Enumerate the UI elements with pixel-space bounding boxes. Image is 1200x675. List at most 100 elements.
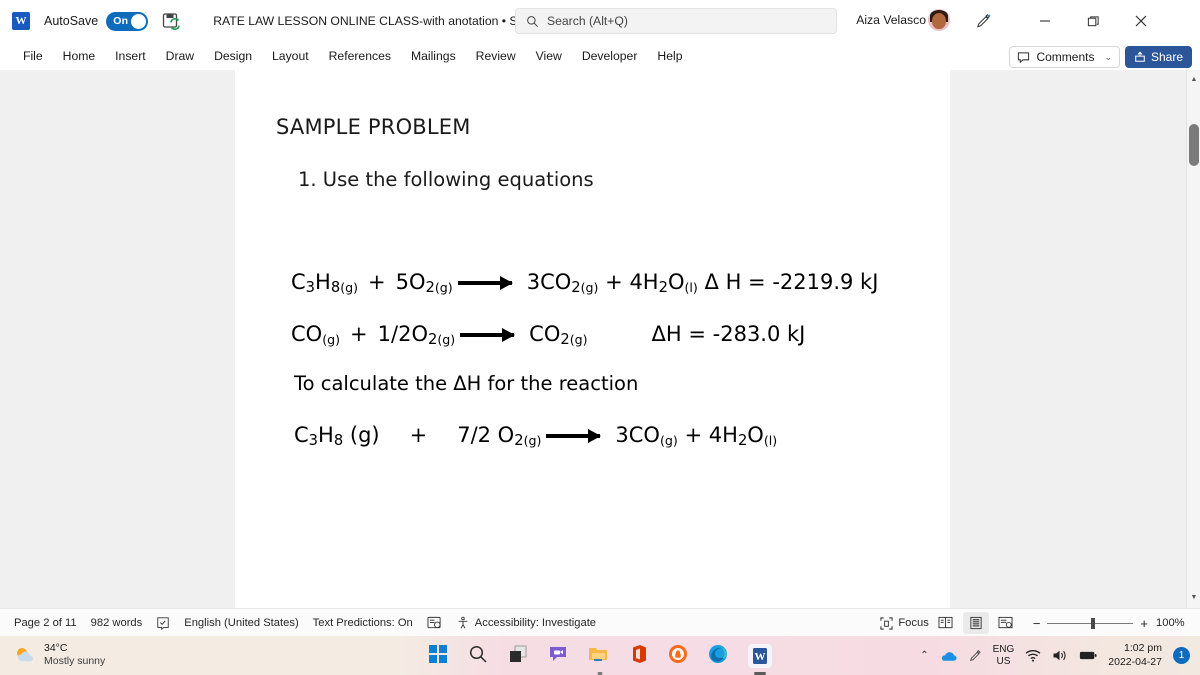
scroll-up-icon[interactable]: ▲	[1187, 72, 1200, 86]
reaction-arrow-icon	[457, 276, 513, 291]
tab-design[interactable]: Design	[204, 45, 262, 67]
web-layout-icon[interactable]	[993, 612, 1019, 634]
zoom-out-button[interactable]: −	[1033, 616, 1041, 631]
tray-pen-icon[interactable]	[968, 649, 982, 663]
focus-icon	[880, 616, 893, 630]
editor-score-icon[interactable]	[427, 616, 442, 630]
file-explorer-icon[interactable]	[588, 644, 612, 668]
notification-badge[interactable]: 1	[1173, 647, 1190, 664]
ribbon-tabs: File Home Insert Draw Design Layout Refe…	[13, 45, 692, 67]
text-predictions-status[interactable]: Text Predictions: On	[313, 617, 413, 629]
eq1-delta: Δ	[704, 270, 719, 294]
document-page[interactable]: SAMPLE PROBLEM 1. Use the following equa…	[235, 70, 950, 608]
chevron-down-icon[interactable]: ⌄	[1104, 52, 1112, 63]
search-box[interactable]	[515, 8, 837, 34]
page-title: SAMPLE PROBLEM	[276, 115, 471, 139]
close-icon[interactable]	[1124, 8, 1158, 34]
eq1-product2: 4H	[629, 270, 659, 294]
eq2-reactant2: 1/2O	[377, 322, 428, 346]
tab-layout[interactable]: Layout	[262, 45, 319, 67]
share-icon	[1135, 51, 1145, 62]
list-item: 1. Use the following equations	[298, 168, 594, 191]
search-input[interactable]	[547, 14, 807, 28]
scrollbar-thumb[interactable]	[1189, 124, 1199, 166]
lang-line1: ENG	[992, 643, 1015, 655]
scroll-down-icon[interactable]: ▼	[1187, 590, 1200, 604]
wifi-icon[interactable]	[1025, 649, 1041, 662]
tab-draw[interactable]: Draw	[156, 45, 204, 67]
language-indicator[interactable]: English (United States)	[184, 617, 298, 629]
share-button[interactable]: Share	[1124, 46, 1192, 68]
save-sync-icon[interactable]	[161, 11, 181, 31]
show-hidden-icons-chevron[interactable]: ⌃	[920, 650, 928, 661]
tab-file[interactable]: File	[13, 45, 53, 67]
eq1-product1-state: (g)	[580, 280, 599, 296]
zoom-slider[interactable]: − +	[1033, 616, 1148, 631]
avatar-face	[932, 13, 946, 29]
eq2-product1-sub: 2	[560, 331, 570, 349]
focus-button[interactable]: Focus	[880, 616, 929, 630]
comments-button[interactable]: Comments ⌄	[1009, 46, 1120, 68]
weather-widget[interactable]: 34°C Mostly sunny	[14, 642, 105, 668]
tab-help[interactable]: Help	[647, 45, 692, 67]
vertical-scrollbar[interactable]: ▲ ▼	[1186, 70, 1200, 608]
start-icon[interactable]	[428, 644, 452, 668]
eq1-product2-state: (l)	[684, 280, 698, 296]
page-indicator[interactable]: Page 2 of 11	[14, 617, 77, 629]
pen-edit-icon[interactable]	[966, 8, 1000, 34]
clock[interactable]: 1:02 pm 2022-04-27	[1108, 642, 1162, 669]
read-mode-icon[interactable]	[933, 612, 959, 634]
eq3-product1: 3CO	[615, 423, 660, 447]
eq1-reactant2-sub: 2	[425, 279, 435, 297]
input-language-indicator[interactable]: ENG US	[993, 644, 1015, 668]
search-icon[interactable]	[468, 644, 492, 668]
share-label: Share	[1150, 50, 1183, 64]
tab-home[interactable]: Home	[53, 45, 106, 67]
document-title[interactable]: RATE LAW LESSON ONLINE CLASS-with anotat…	[213, 14, 557, 28]
tab-insert[interactable]: Insert	[105, 45, 155, 67]
volume-icon[interactable]	[1052, 649, 1068, 662]
autosave-label: AutoSave	[44, 14, 99, 28]
autosave-toggle[interactable]: On	[106, 11, 149, 31]
zoom-in-button[interactable]: +	[1140, 616, 1148, 631]
tab-mailings[interactable]: Mailings	[401, 45, 466, 67]
restore-icon[interactable]	[1076, 8, 1110, 34]
proofing-check-icon[interactable]	[156, 616, 170, 630]
eq3-product2-state: (l)	[763, 433, 778, 449]
accessibility-status[interactable]: Accessibility: Investigate	[456, 616, 596, 630]
reaction-arrow-icon	[546, 429, 602, 444]
tab-references[interactable]: References	[319, 45, 401, 67]
battery-icon[interactable]	[1079, 650, 1097, 661]
zoom-thumb[interactable]	[1091, 617, 1096, 629]
minimize-icon[interactable]	[1028, 8, 1062, 34]
word-taskbar-icon[interactable]: W	[748, 643, 772, 668]
title-bar: W AutoSave On RATE LAW LESSON ONLINE CLA…	[0, 0, 1200, 42]
word-logo-icon: W	[12, 12, 30, 30]
chat-teams-icon[interactable]	[548, 644, 572, 668]
eq1-plus: +	[368, 270, 386, 294]
tab-view[interactable]: View	[526, 45, 572, 67]
equation-1: C3H8(g) +5O2(g) 3CO2(g) + 4H2O(l) Δ H = -2…	[291, 270, 878, 296]
print-layout-icon[interactable]	[962, 612, 989, 634]
secure-browser-icon[interactable]	[668, 644, 692, 668]
office-icon[interactable]	[628, 644, 652, 668]
edge-icon[interactable]	[708, 644, 732, 668]
eq1-product1-sub: 2	[571, 279, 581, 297]
zoom-track[interactable]	[1047, 617, 1134, 629]
avatar[interactable]	[928, 9, 950, 31]
eq1-plus2: +	[605, 270, 623, 294]
weather-description: Mostly sunny	[44, 655, 106, 668]
eq3-reactant1-sub1: 3	[308, 432, 319, 450]
ribbon-tab-bar: File Home Insert Draw Design Layout Refe…	[0, 42, 1200, 70]
onedrive-cloud-icon[interactable]	[940, 650, 957, 662]
search-icon	[527, 15, 539, 27]
eq1-product2-sub: 2	[658, 279, 668, 297]
word-count[interactable]: 982 words	[91, 617, 143, 629]
eq1-enthalpy-value: -2219.9 kJ	[772, 270, 879, 294]
task-view-icon[interactable]	[508, 644, 532, 668]
tab-review[interactable]: Review	[466, 45, 526, 67]
zoom-level[interactable]: 100%	[1156, 617, 1190, 629]
tab-developer[interactable]: Developer	[572, 45, 648, 67]
eq2-reactant1: CO	[291, 322, 323, 346]
eq2-reactant1-state: (g)	[322, 332, 341, 348]
